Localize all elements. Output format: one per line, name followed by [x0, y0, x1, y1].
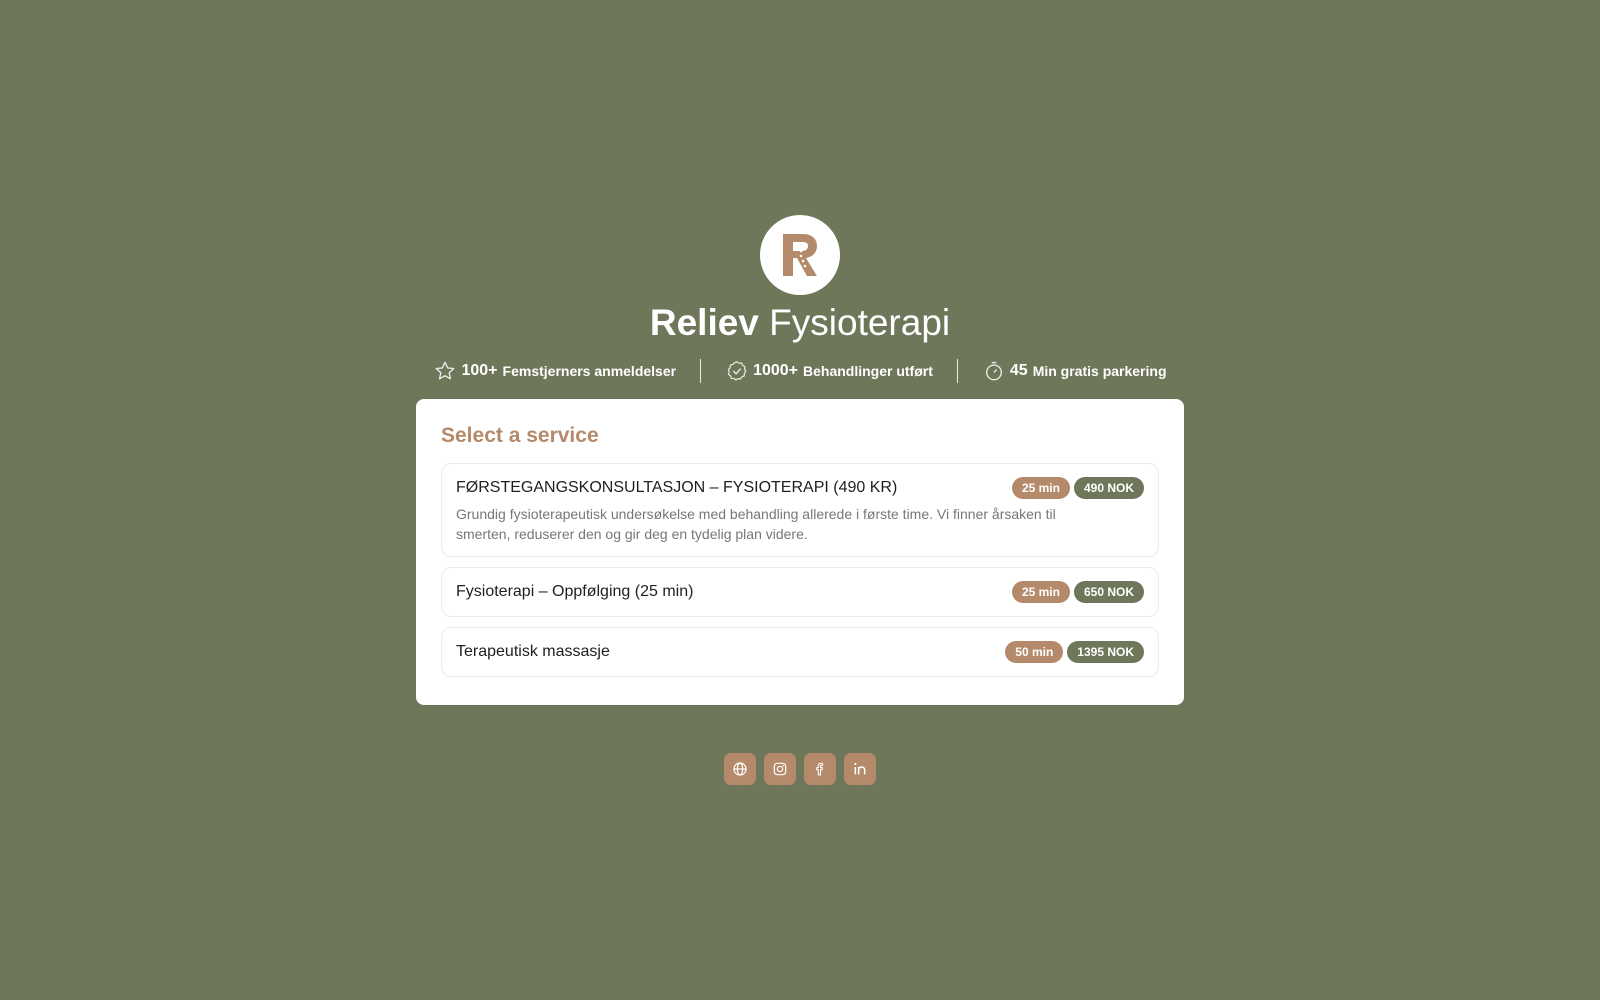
linkedin-link[interactable] — [844, 753, 876, 785]
instagram-icon — [773, 762, 787, 776]
service-description: Grundig fysioterapeutisk undersøkelse me… — [456, 506, 1056, 542]
service-badges: 50 min 1395 NOK — [1005, 641, 1144, 663]
duration-badge: 25 min — [1011, 581, 1070, 603]
service-head: FØRSTEGANGSKONSULTASJON – FYSIOTERAPI (4… — [456, 476, 1144, 500]
stat-reviews-label: Femstjerners anmeldelser — [502, 363, 677, 379]
stat-parking-label: Min gratis parkering — [1032, 363, 1167, 379]
service-name: FØRSTEGANGSKONSULTASJON – FYSIOTERAPI (4… — [456, 479, 898, 496]
stopwatch-icon — [982, 359, 1006, 383]
service-card-title: Select a service — [441, 424, 599, 447]
logo-r-icon — [783, 234, 817, 276]
stat-reviews-number: 100+ — [461, 362, 498, 379]
stat-treatments: 1000+ Behandlinger utført — [701, 359, 957, 383]
duration-badge: 50 min — [1005, 641, 1064, 663]
price-badge: 650 NOK — [1073, 581, 1144, 603]
linkedin-icon — [854, 762, 866, 775]
service-name: Terapeutisk massasje — [456, 643, 610, 660]
service-badges: 25 min 490 NOK — [1011, 477, 1144, 499]
globe-icon — [733, 762, 747, 776]
service-head: Terapeutisk massasje 50 min 1395 NOK — [456, 640, 1144, 664]
star-icon — [433, 359, 457, 383]
check-badge-icon — [725, 359, 749, 383]
stat-reviews: 100+ Femstjerners anmeldelser — [409, 359, 700, 383]
stat-parking: 45 Min gratis parkering — [958, 359, 1191, 383]
stats-bar: 100+ Femstjerners anmeldelser 1000+ Beha… — [0, 356, 1600, 386]
service-item-massage[interactable]: Terapeutisk massasje 50 min 1395 NOK — [441, 627, 1159, 677]
stat-treatments-number: 1000+ — [753, 362, 798, 379]
price-badge: 1395 NOK — [1067, 641, 1144, 663]
instagram-link[interactable] — [764, 753, 796, 785]
website-link[interactable] — [724, 753, 756, 785]
brand-name-bold: Reliev — [649, 302, 759, 343]
facebook-icon — [816, 762, 824, 776]
service-item-follow-up[interactable]: Fysioterapi – Oppfølging (25 min) 25 min… — [441, 567, 1159, 617]
service-head: Fysioterapi – Oppfølging (25 min) 25 min… — [456, 580, 1144, 604]
facebook-link[interactable] — [804, 753, 836, 785]
stat-parking-number: 45 — [1009, 362, 1028, 379]
brand-name-regular: Fysioterapi — [769, 302, 951, 343]
page-title: Reliev Fysioterapi — [0, 298, 1600, 348]
service-item-first-consultation[interactable]: FØRSTEGANGSKONSULTASJON – FYSIOTERAPI (4… — [441, 463, 1159, 557]
brand-logo — [760, 215, 840, 295]
price-badge: 490 NOK — [1073, 477, 1144, 499]
duration-badge: 25 min — [1011, 477, 1070, 499]
booking-page: Reliev Fysioterapi 100+ Femstjerners anm… — [0, 0, 1600, 1000]
service-name: Fysioterapi – Oppfølging (25 min) — [456, 583, 694, 600]
service-badges: 25 min 650 NOK — [1011, 581, 1144, 603]
stat-treatments-label: Behandlinger utført — [803, 363, 933, 379]
service-card: Select a service FØRSTEGANGSKONSULTASJON… — [416, 399, 1184, 705]
social-links — [0, 753, 1600, 785]
